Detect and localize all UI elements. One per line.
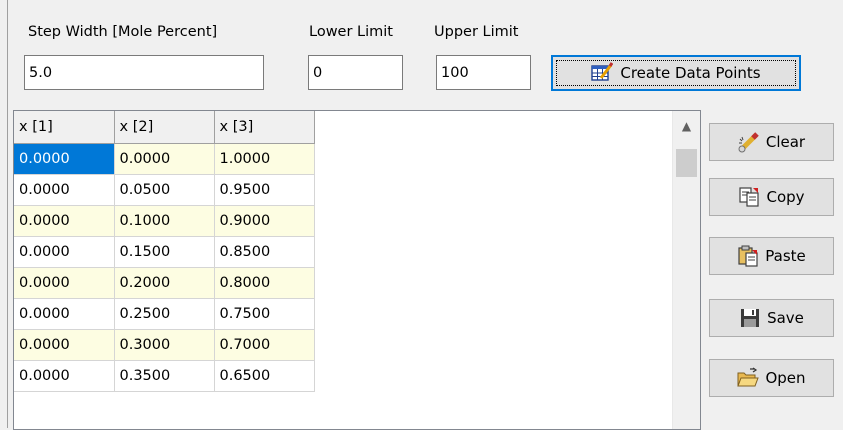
table-cell[interactable]: 0.0000 [14,329,115,361]
column-header-x1[interactable]: x [1] [14,111,115,144]
table-cell-selected[interactable]: 0.0000 [14,143,115,175]
step-width-label: Step Width [Mole Percent] [28,24,218,40]
copy-button-label: Copy [766,188,805,206]
table-cell[interactable]: 0.9500 [214,174,315,206]
table-cell[interactable]: 0.0000 [14,267,115,299]
open-button-label: Open [765,369,806,387]
panel-border [7,0,8,428]
table-row: 0.0000 0.1500 0.8500 [14,236,315,268]
clear-button[interactable]: Clear [709,123,834,161]
table-edit-icon [591,62,614,84]
data-grid[interactable]: x [1] x [2] x [3] 0.0000 0.0000 1.0000 0… [13,110,701,430]
table-cell[interactable]: 0.6500 [214,360,315,392]
table-cell[interactable]: 0.0000 [14,174,115,206]
table-cell[interactable]: 1.0000 [214,143,315,175]
open-button[interactable]: Open [709,359,834,397]
lower-limit-label: Lower Limit [309,24,393,40]
paste-button[interactable]: Paste [709,237,834,275]
table-cell[interactable]: 0.0000 [14,298,115,330]
table-row: 0.0000 0.0500 0.9500 [14,174,315,206]
paste-button-label: Paste [765,247,806,265]
save-button[interactable]: Save [709,299,834,337]
table-row: 0.0000 0.3500 0.6500 [14,360,315,392]
table-cell[interactable]: 0.2500 [114,298,215,330]
scroll-up-arrow-icon[interactable]: ▲ [673,119,700,133]
create-data-points-label: Create Data Points [620,64,761,82]
table-cell[interactable]: 0.2000 [114,267,215,299]
table-cell[interactable]: 0.3000 [114,329,215,361]
table-cell[interactable]: 0.8000 [214,267,315,299]
table-row: 0.0000 0.1000 0.9000 [14,205,315,237]
table-row: 0.0000 0.3000 0.7000 [14,329,315,361]
vertical-scrollbar[interactable]: ▲ [672,111,700,429]
column-header-x2[interactable]: x [2] [114,111,215,144]
table-cell[interactable]: 0.9000 [214,205,315,237]
paste-icon [737,245,759,267]
clear-button-label: Clear [765,133,806,151]
table-cell[interactable]: 0.7500 [214,298,315,330]
table-cell[interactable]: 0.8500 [214,236,315,268]
table-cell[interactable]: 0.3500 [114,360,215,392]
eraser-icon [738,131,760,153]
table-row: 0.0000 0.2000 0.8000 [14,267,315,299]
table-cell[interactable]: 0.1500 [114,236,215,268]
table-cell[interactable]: 0.0500 [114,174,215,206]
header-row: x [1] x [2] x [3] [14,111,315,144]
table-cell[interactable]: 0.0000 [114,143,215,175]
save-button-label: Save [767,309,804,327]
data-table: x [1] x [2] x [3] 0.0000 0.0000 1.0000 0… [14,111,315,392]
table-cell[interactable]: 0.0000 [14,236,115,268]
step-width-input[interactable] [24,55,264,90]
lower-limit-input[interactable] [308,55,403,90]
column-header-x3[interactable]: x [3] [214,111,315,144]
floppy-disk-icon [739,307,761,329]
table-cell[interactable]: 0.1000 [114,205,215,237]
copy-icon [738,186,760,208]
copy-button[interactable]: Copy [709,178,834,216]
table-row: 0.0000 0.0000 1.0000 [14,143,315,175]
table-row: 0.0000 0.2500 0.7500 [14,298,315,330]
open-folder-icon [737,367,760,389]
table-cell[interactable]: 0.7000 [214,329,315,361]
upper-limit-label: Upper Limit [434,24,519,40]
table-cell[interactable]: 0.0000 [14,205,115,237]
table-cell[interactable]: 0.0000 [14,360,115,392]
upper-limit-input[interactable] [436,55,531,90]
create-data-points-button[interactable]: Create Data Points [551,55,801,91]
scrollbar-thumb[interactable] [676,149,697,177]
